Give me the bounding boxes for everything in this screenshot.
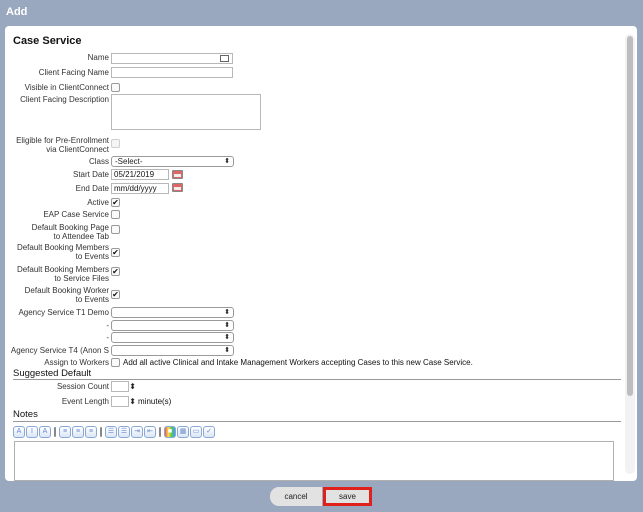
unordered-list-icon[interactable]: ☰: [118, 426, 130, 438]
class-label: Class: [88, 157, 109, 166]
select-3[interactable]: ⬍: [111, 332, 234, 343]
client-facing-desc-textarea[interactable]: [111, 94, 261, 130]
assign-text: Add all active Clinical and Intake Manag…: [123, 358, 473, 367]
dbw-label-1: Default Booking Worker: [24, 286, 109, 295]
form-heading: Case Service: [13, 35, 82, 47]
toolbar-separator: [100, 427, 102, 437]
table-icon[interactable]: ▦: [177, 426, 189, 438]
visible-checkbox[interactable]: [111, 83, 120, 92]
select-arrow-icon: ⬍: [224, 334, 230, 341]
eligible-label-1: Eligible for Pre-Enrollment: [16, 136, 109, 145]
ast4-label: Agency Service T4 (Anon S: [10, 346, 109, 355]
dbp-label-1: Default Booking Page: [31, 223, 109, 232]
dialog-title: Add: [0, 0, 643, 26]
name-input[interactable]: [111, 53, 233, 64]
assign-checkbox[interactable]: [111, 358, 120, 367]
dbms-label-2: to Service Files: [54, 274, 109, 283]
dbms-checkbox[interactable]: ✔: [111, 267, 120, 276]
event-length-spinner[interactable]: ⬍: [111, 396, 136, 407]
spinner-arrows-icon[interactable]: ⬍: [129, 382, 136, 391]
font-size-icon[interactable]: A: [39, 426, 51, 438]
minutes-label: minute(s): [138, 397, 172, 406]
align-center-icon[interactable]: ≡: [72, 426, 84, 438]
color-picker-icon[interactable]: ■: [164, 426, 176, 438]
dbms-label-1: Default Booking Members: [16, 265, 109, 274]
session-count-spinner[interactable]: ⬍: [111, 381, 136, 392]
add-dialog: Case Service Name Client Facing Name Vis…: [5, 26, 637, 481]
align-right-icon[interactable]: ≡: [85, 426, 97, 438]
client-facing-name-input[interactable]: [111, 67, 233, 78]
client-facing-desc-label: Client Facing Description: [20, 95, 109, 104]
dash-label-1: -: [106, 321, 109, 330]
toolbar-separator: [54, 427, 56, 437]
spellcheck-icon[interactable]: ✓: [203, 426, 215, 438]
select-arrow-icon: ⬍: [224, 347, 230, 354]
end-date-input[interactable]: mm/dd/yyyy: [111, 183, 169, 194]
card-icon[interactable]: [220, 55, 229, 62]
spinner-arrows-icon[interactable]: ⬍: [129, 397, 136, 406]
dbm-checkbox[interactable]: ✔: [111, 248, 120, 257]
align-left-icon[interactable]: ≡: [59, 426, 71, 438]
ast1-select[interactable]: ⬍: [111, 307, 234, 318]
calendar-icon[interactable]: [172, 170, 183, 179]
dbw-label-2: to Events: [75, 295, 109, 304]
toolbar-separator: [159, 427, 161, 437]
eap-label: EAP Case Service: [43, 210, 109, 219]
dbp-label-2: to Attendee Tab: [53, 232, 109, 241]
client-facing-name-label: Client Facing Name: [38, 68, 109, 77]
ast4-select[interactable]: ⬍: [111, 345, 234, 356]
cancel-button[interactable]: cancel: [270, 487, 322, 506]
dash-label-2: -: [106, 333, 109, 342]
font-color-icon[interactable]: A: [13, 426, 25, 438]
select-2[interactable]: ⬍: [111, 320, 234, 331]
notes-editor[interactable]: [14, 441, 614, 481]
dbm-label-2: to Events: [75, 252, 109, 261]
start-date-label: Start Date: [72, 170, 109, 179]
select-arrow-icon: ⬍: [224, 322, 230, 329]
ordered-list-icon[interactable]: ☰: [105, 426, 117, 438]
scrollbar-thumb[interactable]: [627, 36, 633, 396]
event-length-label: Event Length: [61, 397, 109, 406]
start-date-input[interactable]: 05/21/2019: [111, 169, 169, 180]
eligible-checkbox[interactable]: [111, 139, 120, 148]
name-label: Name: [87, 53, 109, 62]
outdent-icon[interactable]: ⇤: [144, 426, 156, 438]
session-count-label: Session Count: [56, 382, 109, 391]
eap-checkbox[interactable]: [111, 210, 120, 219]
calendar-icon[interactable]: [172, 183, 183, 192]
assign-label: Assign to Workers: [44, 358, 109, 367]
class-select[interactable]: -Select- ⬍: [111, 156, 234, 167]
dbp-checkbox[interactable]: [111, 225, 120, 234]
active-label: Active: [87, 198, 109, 207]
select-arrow-icon: ⬍: [224, 309, 230, 316]
vertical-scrollbar[interactable]: [625, 34, 635, 474]
italic-icon[interactable]: I: [26, 426, 38, 438]
visible-label: Visible in ClientConnect: [24, 83, 109, 92]
indent-icon[interactable]: ⇥: [131, 426, 143, 438]
suggested-default-heading: Suggested Default: [13, 368, 92, 379]
form-scroll-area: Case Service Name Client Facing Name Vis…: [5, 26, 623, 481]
eligible-label-2: via ClientConnect: [46, 145, 109, 154]
section-divider: [13, 379, 621, 380]
dbw-checkbox[interactable]: ✔: [111, 290, 120, 299]
save-button[interactable]: save: [323, 487, 372, 506]
class-select-value: -Select-: [115, 157, 143, 166]
end-date-label: End Date: [75, 184, 109, 193]
ast1-label: Agency Service T1 Demo: [18, 308, 109, 317]
notes-heading: Notes: [13, 409, 38, 420]
active-checkbox[interactable]: ✔: [111, 198, 120, 207]
notes-divider: [13, 421, 621, 422]
right-edge: [637, 0, 643, 512]
select-arrow-icon: ⬍: [224, 158, 230, 165]
link-icon[interactable]: ▭: [190, 426, 202, 438]
dbm-label-1: Default Booking Members: [16, 243, 109, 252]
